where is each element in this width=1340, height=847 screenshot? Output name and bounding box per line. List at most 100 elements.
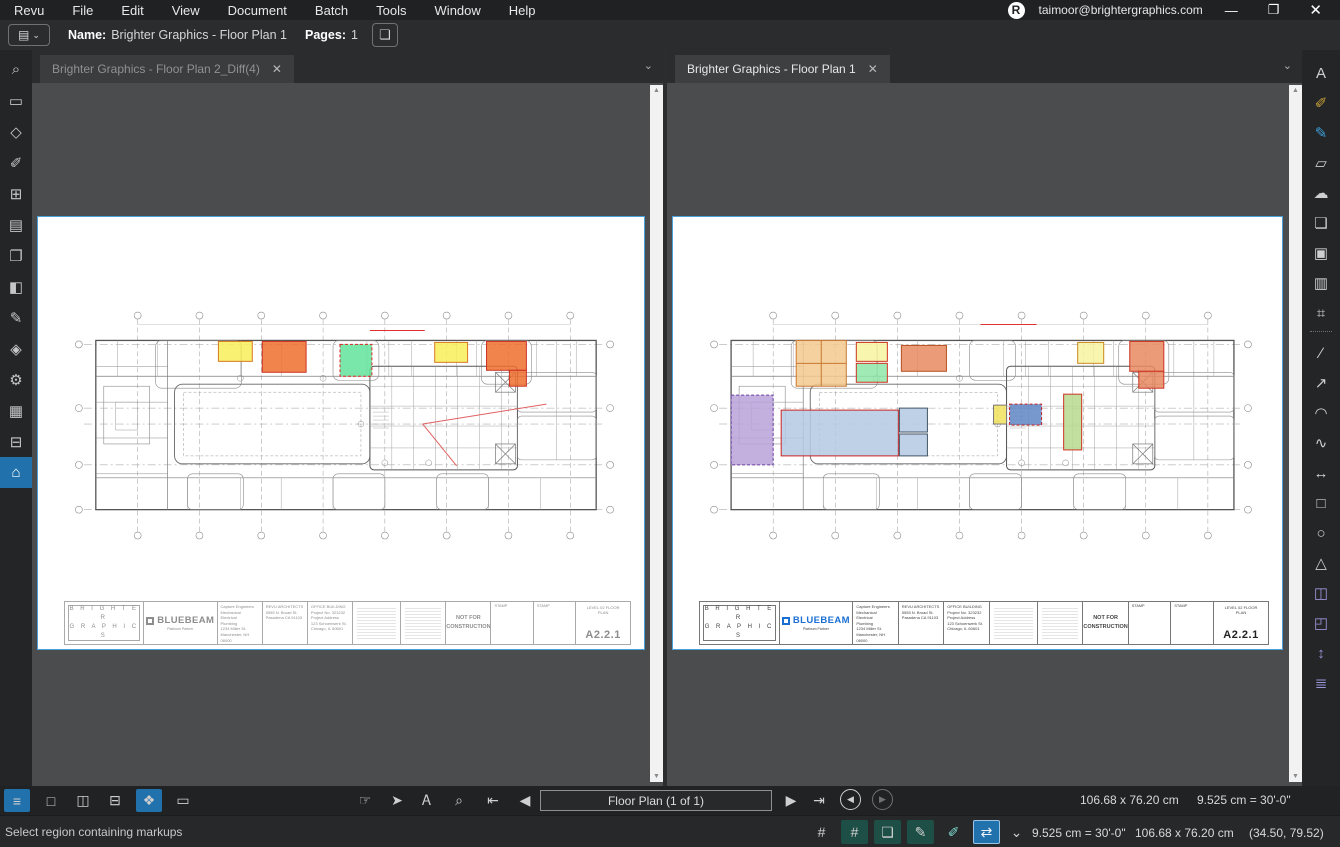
- menu-file[interactable]: File: [58, 3, 107, 18]
- left-canvas[interactable]: B R I G H T E R G R A P H I C S BLUEBEAM…: [32, 83, 663, 786]
- sets-icon[interactable]: ⌂: [0, 457, 32, 488]
- markup-line[interactable]: [423, 404, 547, 424]
- markup-region[interactable]: [899, 408, 927, 432]
- stamp-icon[interactable]: ▣: [1304, 238, 1338, 268]
- arrow-icon[interactable]: ↗: [1304, 368, 1338, 398]
- flags-icon[interactable]: ◇: [0, 116, 32, 147]
- menu-document[interactable]: Document: [214, 3, 301, 18]
- image-icon[interactable]: ▥: [1304, 268, 1338, 298]
- polyline-icon[interactable]: ∿: [1304, 428, 1338, 458]
- markup-line[interactable]: [423, 424, 457, 466]
- minimize-button[interactable]: —: [1217, 3, 1246, 18]
- restore-button[interactable]: ❐: [1260, 2, 1288, 18]
- studio-icon[interactable]: ▦: [0, 395, 32, 426]
- next-view-button[interactable]: ▶: [872, 789, 893, 810]
- snap-to-markup-icon[interactable]: ✎: [907, 820, 934, 844]
- last-page-icon[interactable]: ⇥: [806, 789, 832, 812]
- right-canvas[interactable]: B R I G H T E R G R A P H I C S BLUEBEAM…: [667, 83, 1302, 786]
- account-email[interactable]: taimoor@brightergraphics.com: [1039, 3, 1203, 17]
- markup-region[interactable]: [856, 342, 887, 361]
- highlighter-icon[interactable]: ✐: [1304, 88, 1338, 118]
- next-page-icon[interactable]: ▶: [778, 789, 804, 812]
- markup-region[interactable]: [781, 410, 898, 456]
- tab-list-chevron-icon[interactable]: ⌄: [644, 59, 653, 72]
- first-page-icon[interactable]: ⇤: [480, 789, 506, 812]
- markup-region[interactable]: [262, 341, 306, 372]
- split-horizontal-icon[interactable]: ⊟: [102, 789, 128, 812]
- markup-region[interactable]: [340, 344, 372, 376]
- tab-floor-plan-2-diff[interactable]: Brighter Graphics - Floor Plan 2_Diff(4)…: [40, 55, 294, 83]
- markup-region[interactable]: [1010, 404, 1042, 425]
- markup-region[interactable]: [218, 341, 252, 361]
- snap-to-grid-icon[interactable]: #: [841, 820, 868, 844]
- markup-region[interactable]: [509, 370, 526, 386]
- callout-icon[interactable]: ❏: [1304, 208, 1338, 238]
- select-tool-icon[interactable]: ➤: [384, 789, 410, 812]
- ellipse-icon[interactable]: ○: [1304, 518, 1338, 548]
- menu-batch[interactable]: Batch: [301, 3, 362, 18]
- properties-icon[interactable]: ⚙: [0, 364, 32, 395]
- menu-tools[interactable]: Tools: [362, 3, 420, 18]
- scroll-down-icon[interactable]: ▼: [653, 773, 660, 780]
- line-icon[interactable]: ∕: [1304, 338, 1338, 368]
- menu-help[interactable]: Help: [495, 3, 550, 18]
- measure-length-icon[interactable]: ↕: [1304, 638, 1338, 668]
- layers-icon[interactable]: ◈: [0, 333, 32, 364]
- rectangle-icon[interactable]: □: [1304, 488, 1338, 518]
- snap-menu-chevron-icon[interactable]: ⌄: [1003, 820, 1030, 844]
- arc-icon[interactable]: ◠: [1304, 398, 1338, 428]
- polygon-icon[interactable]: △: [1304, 548, 1338, 578]
- sync-views-icon[interactable]: ❖: [136, 789, 162, 812]
- single-pane-icon[interactable]: □: [38, 789, 64, 812]
- split-vertical-icon[interactable]: ◫: [70, 789, 96, 812]
- menu-edit[interactable]: Edit: [107, 3, 157, 18]
- markup-region[interactable]: [731, 395, 773, 465]
- snapshot-icon[interactable]: ⌗: [1304, 298, 1338, 328]
- measurements-icon[interactable]: ▭: [0, 85, 32, 116]
- menu-window[interactable]: Window: [421, 3, 495, 18]
- tab-floor-plan-1[interactable]: Brighter Graphics - Floor Plan 1 ✕: [675, 55, 890, 83]
- markup-region[interactable]: [435, 342, 468, 362]
- page-floor-plan-1[interactable]: B R I G H T E R G R A P H I C S BLUEBEAM…: [672, 216, 1283, 650]
- scroll-down-icon[interactable]: ▼: [1292, 773, 1299, 780]
- bookmarks-icon[interactable]: ❐: [0, 240, 32, 271]
- markup-region[interactable]: [1130, 341, 1164, 371]
- pan-tool-icon[interactable]: ☞: [352, 789, 378, 812]
- left-scrollbar[interactable]: ▲▼: [650, 85, 663, 782]
- file-access-icon[interactable]: ▤: [0, 209, 32, 240]
- markup-region[interactable]: [899, 434, 927, 456]
- grid-icon[interactable]: #: [808, 820, 835, 844]
- close-icon[interactable]: ✕: [868, 62, 878, 76]
- eraser-icon[interactable]: ▱: [1304, 148, 1338, 178]
- markup-reuse-icon[interactable]: ⇄: [973, 820, 1000, 844]
- markup-region[interactable]: [1078, 342, 1104, 363]
- markups-list-icon[interactable]: ✎: [0, 302, 32, 333]
- measure-area-icon[interactable]: ◫: [1304, 578, 1338, 608]
- markup-tools-icon[interactable]: ✐: [0, 147, 32, 178]
- close-button[interactable]: ✕: [1301, 1, 1330, 19]
- text-tool-icon[interactable]: A: [1304, 58, 1338, 88]
- document-menu-button[interactable]: ▤⌄: [8, 24, 50, 46]
- dimension-icon[interactable]: ↔: [1304, 458, 1338, 488]
- previous-view-button[interactable]: ◀: [840, 789, 861, 810]
- right-scrollbar[interactable]: ▲▼: [1289, 85, 1302, 782]
- markup-region[interactable]: [856, 363, 887, 382]
- markup-region[interactable]: [1139, 371, 1164, 388]
- menu-view[interactable]: View: [158, 3, 214, 18]
- scroll-up-icon[interactable]: ▲: [1292, 87, 1299, 94]
- markup-region[interactable]: [901, 345, 946, 371]
- select-text-icon[interactable]: Ꭺ: [414, 789, 440, 812]
- markups-list-toggle-icon[interactable]: ≡: [4, 789, 30, 812]
- spaces-icon[interactable]: ◧: [0, 271, 32, 302]
- scroll-up-icon[interactable]: ▲: [653, 87, 660, 94]
- close-icon[interactable]: ✕: [272, 62, 282, 76]
- page-navigation-input[interactable]: Floor Plan (1 of 1): [540, 790, 772, 811]
- thumbnails-icon[interactable]: ⊞: [0, 178, 32, 209]
- search-icon[interactable]: ⌕: [0, 54, 32, 85]
- snap-to-content-icon[interactable]: ❏: [874, 820, 901, 844]
- snap-hatch-icon[interactable]: ✐: [940, 820, 967, 844]
- prev-page-icon[interactable]: ◀: [512, 789, 538, 812]
- menu-revu[interactable]: Revu: [0, 3, 58, 18]
- tab-list-chevron-icon[interactable]: ⌄: [1283, 59, 1292, 72]
- zoom-tool-icon[interactable]: ⌕: [446, 789, 472, 812]
